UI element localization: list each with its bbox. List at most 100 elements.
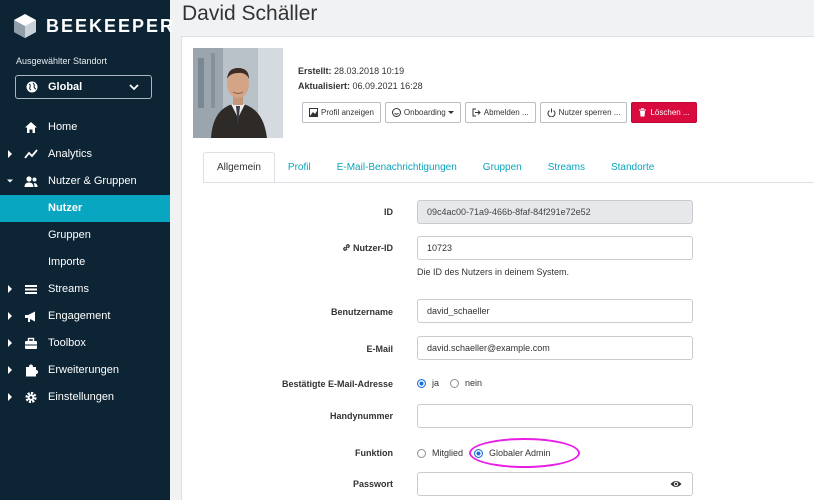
tab-streams[interactable]: Streams bbox=[535, 152, 598, 183]
tab-email-notifications[interactable]: E-Mail-Benachrichtigungen bbox=[324, 152, 470, 183]
smile-icon bbox=[391, 108, 401, 117]
analytics-icon bbox=[24, 149, 38, 159]
block-user-button[interactable]: Nutzer sperren ... bbox=[539, 102, 628, 123]
power-icon bbox=[547, 108, 556, 117]
sidebar-item-label: Analytics bbox=[48, 148, 93, 160]
role-member-option[interactable]: Mitglied bbox=[417, 448, 463, 458]
user-id-label: Nutzer-ID bbox=[353, 243, 393, 253]
sidebar-item-label: Toolbox bbox=[48, 337, 86, 349]
user-id-help: Die ID des Nutzers in deinem System. bbox=[417, 267, 570, 277]
email-verified-label: Bestätigte E-Mail-Adresse bbox=[281, 379, 393, 389]
user-meta: Erstellt: 28.03.2018 10:19 Aktualisiert:… bbox=[298, 64, 423, 94]
sidebar-item-nutzer[interactable]: Nutzer bbox=[0, 195, 170, 222]
sidebar-item-label: Home bbox=[48, 121, 78, 133]
caret-right-icon bbox=[8, 312, 12, 320]
created-value: 28.03.2018 10:19 bbox=[334, 66, 405, 76]
sidebar-item-engagement[interactable]: Engagement bbox=[0, 303, 170, 330]
tab-allgemein[interactable]: Allgemein bbox=[203, 152, 275, 183]
annotation-highlight-ellipse bbox=[469, 438, 580, 468]
caret-right-icon bbox=[8, 150, 12, 158]
user-id-input[interactable] bbox=[417, 236, 693, 260]
email-input[interactable] bbox=[417, 336, 693, 360]
updated-label: Aktualisiert: bbox=[298, 81, 351, 91]
sidebar-item-label: Streams bbox=[48, 283, 89, 295]
tab-gruppen[interactable]: Gruppen bbox=[470, 152, 535, 183]
sidebar-item-home[interactable]: Home bbox=[0, 114, 170, 141]
username-input[interactable] bbox=[417, 299, 693, 323]
puzzle-icon bbox=[26, 364, 38, 377]
block-user-label: Nutzer sperren ... bbox=[558, 108, 621, 117]
verified-no-radio[interactable] bbox=[450, 378, 460, 388]
brand-name: BEEKEEPER bbox=[46, 15, 176, 36]
sign-out-icon bbox=[472, 108, 481, 117]
beekeeper-logo-icon bbox=[14, 14, 36, 38]
caret-right-icon bbox=[8, 339, 12, 347]
role-label: Funktion bbox=[355, 448, 393, 458]
eye-icon[interactable] bbox=[670, 479, 682, 489]
sidebar-item-users-groups[interactable]: Nutzer & Gruppen bbox=[0, 168, 170, 195]
globe-icon bbox=[26, 81, 38, 93]
verified-no-option[interactable]: nein bbox=[450, 378, 482, 388]
sidebar-item-streams[interactable]: Streams bbox=[0, 276, 170, 303]
trash-icon bbox=[639, 108, 647, 117]
logout-label: Abmelden ... bbox=[483, 108, 529, 117]
sidebar-item-toolbox[interactable]: Toolbox bbox=[0, 330, 170, 357]
sidebar-item-gruppen[interactable]: Gruppen bbox=[0, 222, 170, 249]
location-select[interactable]: Global bbox=[15, 75, 152, 99]
verified-yes-radio[interactable] bbox=[417, 378, 426, 388]
verified-yes-option[interactable]: ja bbox=[417, 378, 439, 388]
id-label: ID bbox=[384, 207, 393, 217]
password-input[interactable] bbox=[417, 472, 693, 496]
sidebar-item-label: Einstellungen bbox=[48, 391, 115, 403]
onboarding-label: Onboarding bbox=[403, 108, 446, 117]
user-id-label-row: Nutzer-ID bbox=[193, 243, 393, 253]
email-verified-radios: ja nein bbox=[417, 378, 493, 388]
sidebar-item-importe[interactable]: Importe bbox=[0, 249, 170, 276]
sidebar-item-analytics[interactable]: Analytics bbox=[0, 141, 170, 168]
delete-label: Löschen ... bbox=[650, 108, 690, 117]
image-icon bbox=[309, 108, 318, 117]
sidebar-item-label: Nutzer & Gruppen bbox=[48, 175, 137, 187]
chevron-down-icon bbox=[129, 84, 139, 91]
created-label: Erstellt: bbox=[298, 66, 332, 76]
password-label: Passwort bbox=[352, 479, 393, 489]
caret-down-icon bbox=[7, 179, 13, 183]
view-profile-label: Profil anzeigen bbox=[321, 108, 374, 117]
location-label: Ausgewählter Standort bbox=[16, 56, 108, 66]
onboarding-button[interactable]: Onboarding bbox=[384, 102, 461, 123]
tab-standorte[interactable]: Standorte bbox=[598, 152, 667, 183]
brand-logo[interactable]: BEEKEEPER bbox=[14, 14, 175, 38]
users-icon bbox=[24, 176, 38, 187]
megaphone-icon bbox=[25, 311, 35, 322]
updated-value: 06.09.2021 16:28 bbox=[352, 81, 423, 91]
sidebar-item-einstellungen[interactable]: Einstellungen bbox=[0, 384, 170, 411]
caret-right-icon bbox=[8, 285, 12, 293]
mobile-label: Handynummer bbox=[329, 411, 393, 421]
caret-down-icon bbox=[447, 111, 454, 114]
caret-right-icon bbox=[8, 366, 12, 374]
location-value: Global bbox=[48, 81, 83, 93]
tab-bar: Allgemein Profil E-Mail-Benachrichtigung… bbox=[203, 152, 667, 183]
id-value: 09c4ac00-71a9-466b-8faf-84f291e72e52 bbox=[427, 207, 591, 217]
gear-icon bbox=[25, 391, 37, 404]
caret-right-icon bbox=[8, 393, 12, 401]
sidebar: BEEKEEPER Ausgewählter Standort Global H… bbox=[0, 0, 173, 500]
sidebar-item-label: Engagement bbox=[48, 310, 111, 322]
action-toolbar: Profil anzeigen Onboarding Abmelden ... … bbox=[302, 102, 701, 123]
user-photo bbox=[193, 48, 283, 138]
sidebar-item-label: Importe bbox=[48, 256, 86, 268]
tab-divider bbox=[203, 182, 814, 183]
home-icon bbox=[25, 122, 37, 133]
tab-profil[interactable]: Profil bbox=[275, 152, 324, 183]
username-label: Benutzername bbox=[330, 307, 393, 317]
sidebar-item-erweiterungen[interactable]: Erweiterungen bbox=[0, 357, 170, 384]
mobile-input[interactable] bbox=[417, 404, 693, 428]
verified-no-label: nein bbox=[465, 378, 483, 388]
view-profile-button[interactable]: Profil anzeigen bbox=[302, 102, 381, 123]
sidebar-item-label: Gruppen bbox=[48, 229, 91, 241]
verified-yes-label: ja bbox=[432, 378, 440, 388]
logout-button[interactable]: Abmelden ... bbox=[464, 102, 536, 123]
link-icon bbox=[343, 244, 350, 251]
role-member-radio[interactable] bbox=[417, 448, 426, 458]
delete-button[interactable]: Löschen ... bbox=[631, 102, 697, 123]
